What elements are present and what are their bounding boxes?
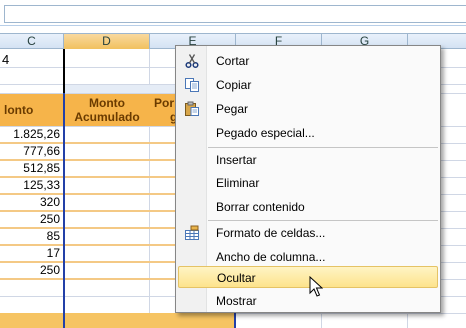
menu-item-pegar[interactable]: Pegar [178, 98, 438, 120]
paste-icon [185, 101, 199, 116]
cell-value-1[interactable]: 1.825,26 [0, 127, 63, 143]
header-monto-acumulado[interactable]: Monto Acumulado [64, 94, 150, 126]
header-d-line2: Acumulado [74, 110, 140, 124]
menu-label-ocultar: Ocultar [217, 271, 256, 285]
menu-item-eliminar[interactable]: Eliminar [178, 172, 438, 194]
cell-value-5[interactable]: 320 [0, 195, 63, 211]
cell-value-9[interactable]: 250 [0, 263, 63, 279]
cell-value-4[interactable]: 125,33 [0, 178, 63, 194]
menu-label-eliminar: Eliminar [216, 176, 260, 190]
menu-item-ocultar[interactable]: Ocultar [178, 266, 438, 288]
menu-item-pegado-especial[interactable]: Pegado especial... [178, 122, 438, 144]
menu-item-insertar[interactable]: Insertar [178, 149, 438, 171]
header-monto[interactable]: lonto [0, 94, 64, 126]
mouse-cursor-icon [309, 276, 323, 297]
cell-value-3[interactable]: 512,85 [0, 161, 63, 177]
menu-label-ancho-columna: Ancho de columna... [216, 250, 326, 264]
menu-item-cortar[interactable]: Cortar [178, 50, 438, 72]
context-menu: Cortar Copiar Pegar Pegado especial... I… [175, 45, 441, 313]
menu-label-insertar: Insertar [216, 153, 257, 167]
menu-label-cortar: Cortar [216, 54, 250, 68]
menu-item-mostrar[interactable]: Mostrar [178, 290, 438, 312]
cell-value-8[interactable]: 17 [0, 246, 63, 262]
formula-bar[interactable] [0, 0, 466, 26]
header-d-line1: Monto [89, 96, 125, 110]
menu-label-copiar: Copiar [216, 78, 252, 92]
copy-icon [185, 78, 199, 92]
menu-label-borrar-contenido: Borrar contenido [216, 200, 305, 214]
cell-value-7[interactable]: 85 [0, 229, 63, 245]
menu-label-pegar: Pegar [216, 102, 249, 116]
cell-value-6[interactable]: 250 [0, 212, 63, 228]
menu-separator [208, 220, 438, 221]
menu-item-formato-celdas[interactable]: Formato de celdas... [178, 222, 438, 244]
scissors-icon [185, 54, 199, 69]
menu-item-borrar-contenido[interactable]: Borrar contenido [178, 196, 438, 218]
column-header-d[interactable]: D [64, 34, 150, 49]
format-cells-icon [185, 225, 199, 240]
menu-item-copiar[interactable]: Copiar [178, 74, 438, 96]
menu-separator [208, 147, 438, 148]
menu-label-mostrar: Mostrar [216, 294, 257, 308]
formula-input[interactable] [4, 5, 466, 23]
cell-value-2[interactable]: 777,66 [0, 144, 63, 160]
menu-label-pegado-especial: Pegado especial... [216, 126, 315, 140]
column-header-c[interactable]: C [0, 34, 64, 49]
selection-border-left [63, 93, 65, 328]
cell-c-top[interactable]: 4 [2, 52, 62, 66]
menu-item-ancho-columna[interactable]: Ancho de columna... [178, 246, 438, 268]
menu-label-formato-celdas: Formato de celdas... [216, 226, 326, 240]
